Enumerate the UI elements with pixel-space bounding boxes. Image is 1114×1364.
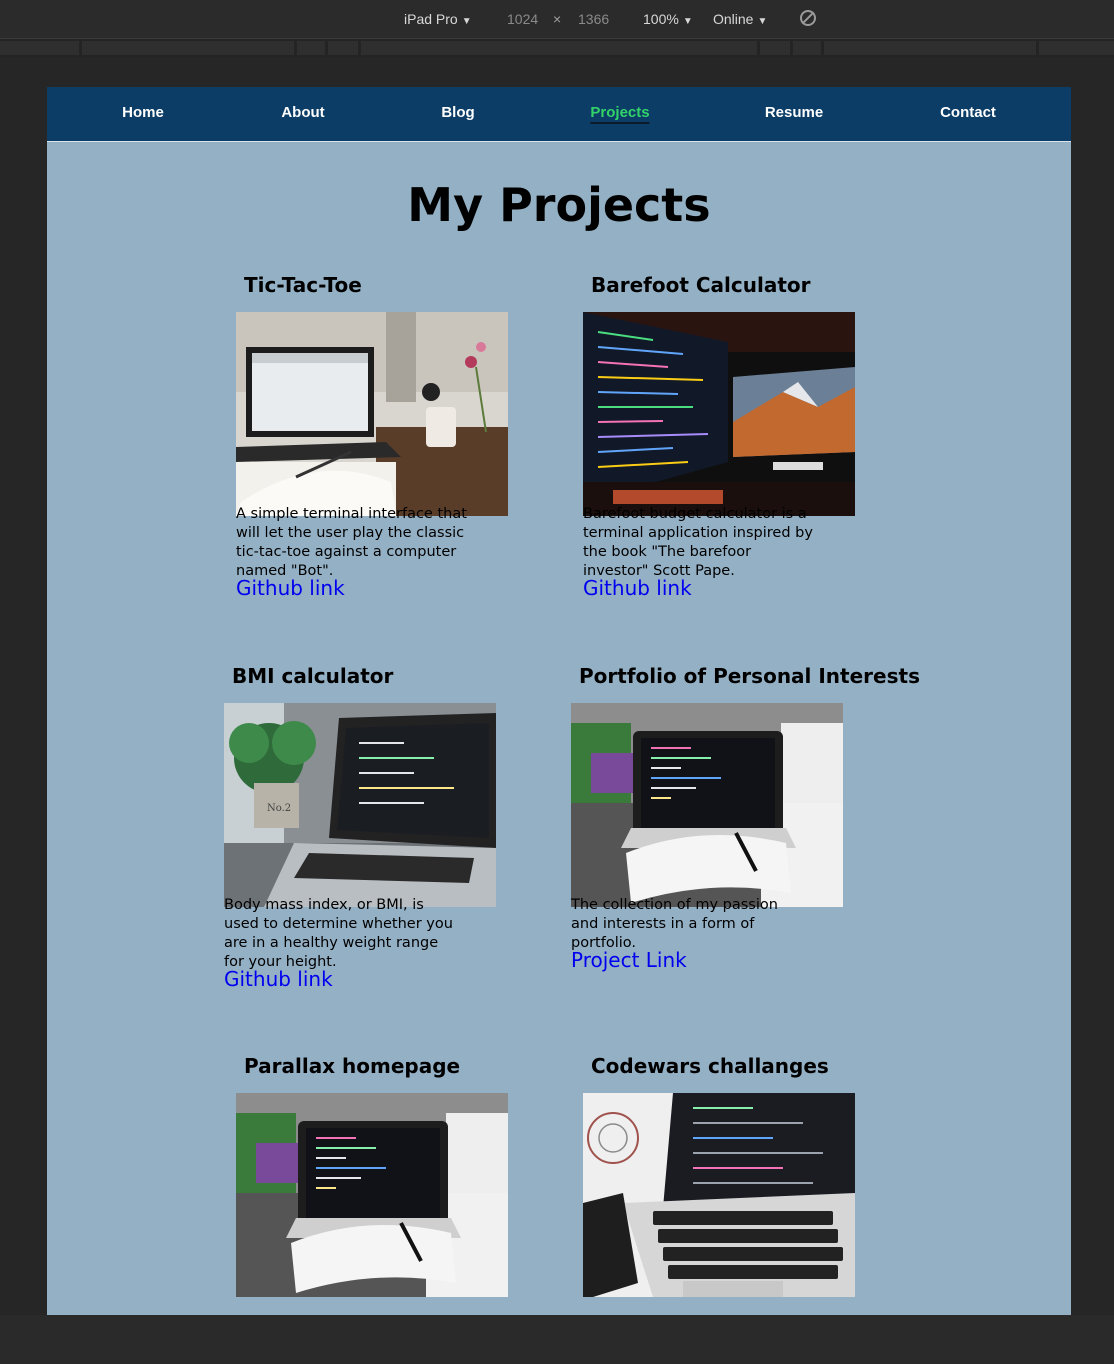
project-title: Barefoot Calculator [591,273,811,297]
github-link[interactable]: Github link [236,576,345,600]
github-link[interactable]: Github link [224,967,333,991]
chevron-down-icon: ▼ [757,16,768,27]
project-link[interactable]: Project Link [571,948,687,972]
project-description: The collection of my passion and interes… [571,897,778,951]
device-label: iPad Pro [404,11,458,27]
project-title: BMI calculator [232,664,394,688]
nav-about[interactable]: About [281,104,324,121]
page-viewport: Home About Blog Projects Resume Contact … [47,87,1071,1315]
rotate-icon[interactable] [800,10,816,26]
project-card: Barefoot Calculator Barefoot budget calc… [583,273,883,600]
svg-text:No.2: No.2 [267,803,291,814]
project-card: Tic-Tac-Toe A simple terminal interface … [236,273,536,600]
laptop-desk-photo [236,312,508,516]
times-icon: × [553,11,562,27]
project-description: Barefoot budget calculator is a terminal… [583,506,813,579]
github-link[interactable]: Github link [583,576,692,600]
laptop-plant-photo: No.2 [224,703,496,907]
nav-home[interactable]: Home [122,104,164,121]
project-card: BMI calculator No.2 Body mass index, or … [224,664,524,991]
project-title: Tic-Tac-Toe [244,273,362,297]
project-description: Body mass index, or BMI, is used to dete… [224,897,453,970]
device-toolbar: iPad Pro ▼ 1024 × 1366 100% ▼ Online ▼ [0,0,1114,39]
zoom-label: 100% [643,11,679,27]
device-select[interactable]: iPad Pro ▼ [404,11,472,27]
project-card: Parallax homepage [236,1054,536,1297]
project-title: Portfolio of Personal Interests [579,664,920,688]
project-card: Codewars challanges [583,1054,883,1297]
laptop-notebook-photo [571,703,843,907]
height-input[interactable]: 1366 [578,11,609,27]
chevron-down-icon: ▼ [461,16,472,27]
laptop-notebook-photo [236,1093,508,1297]
page-title: My Projects [407,178,711,232]
nav-resume[interactable]: Resume [765,104,823,121]
devtools-bottom-area [0,1315,1114,1364]
nav-contact[interactable]: Contact [940,104,996,121]
nav-blog[interactable]: Blog [441,104,474,121]
zoom-select[interactable]: 100% ▼ [643,11,693,27]
chevron-down-icon: ▼ [682,16,693,27]
dual-monitor-code-photo [583,312,855,516]
media-query-bar [0,39,1114,57]
network-select[interactable]: Online ▼ [713,11,767,27]
width-input[interactable]: 1024 [507,11,538,27]
laptop-keyboard-photo [583,1093,855,1297]
network-label: Online [713,11,754,27]
project-description: A simple terminal interface that will le… [236,506,467,579]
nav-projects[interactable]: Projects [590,104,650,124]
project-card: Portfolio of Personal Interests The coll… [571,664,920,972]
main-nav: Home About Blog Projects Resume Contact [47,87,1071,142]
project-title: Codewars challanges [591,1054,829,1078]
project-title: Parallax homepage [244,1054,461,1078]
